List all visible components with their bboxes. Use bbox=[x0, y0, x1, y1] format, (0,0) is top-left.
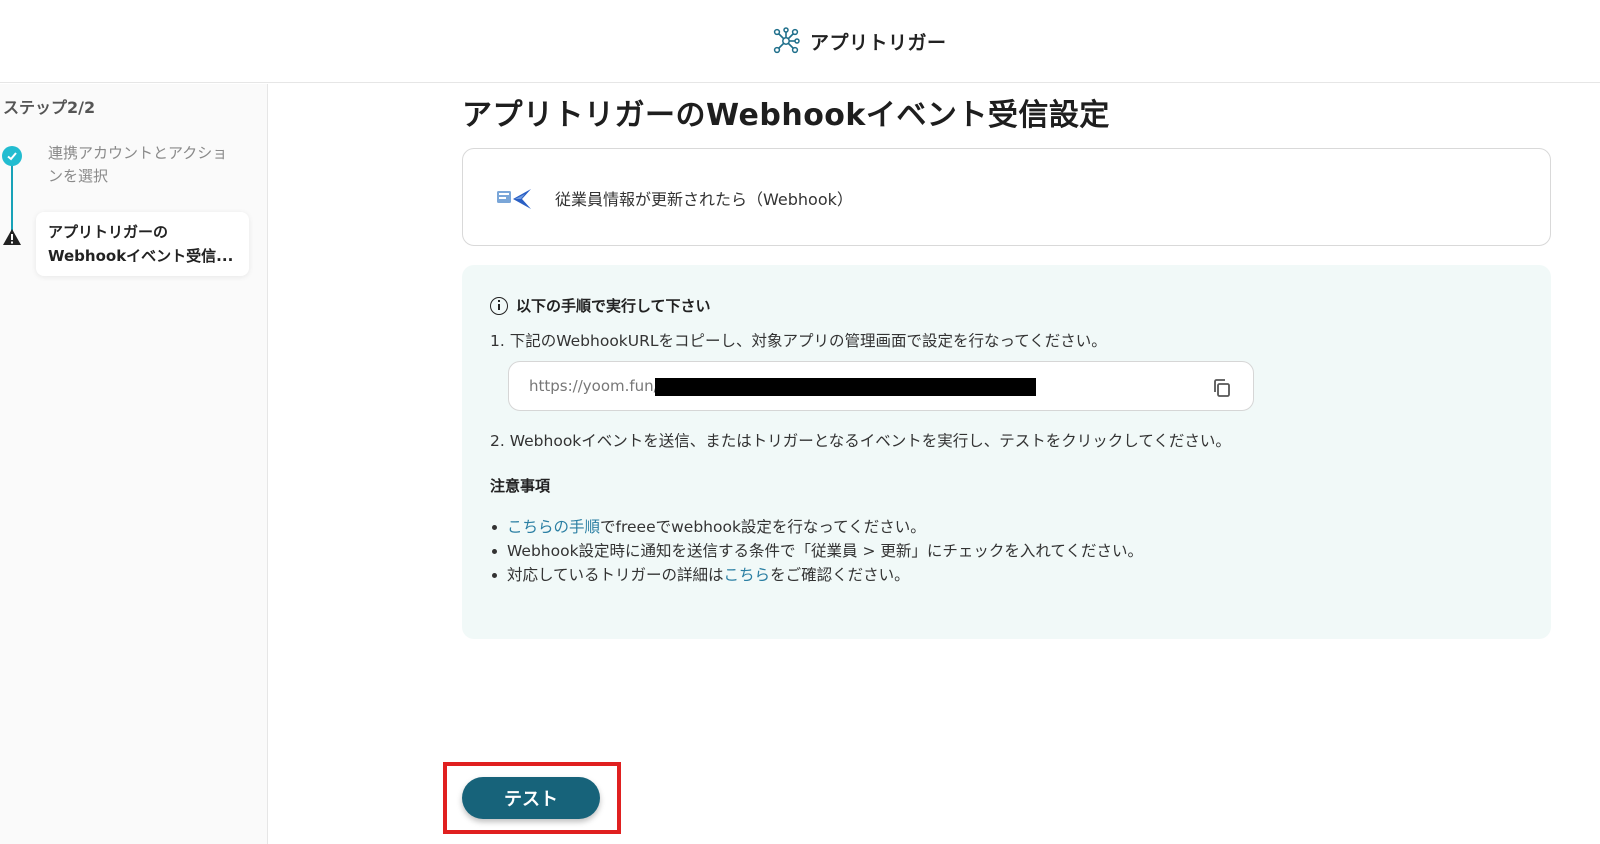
check-circle-icon bbox=[2, 146, 22, 166]
trigger-card: 従業員情報が更新されたら（Webhook） bbox=[462, 148, 1551, 246]
top-bar: アプリトリガー bbox=[0, 0, 1600, 83]
step-heading: ステップ2/2 bbox=[3, 98, 96, 117]
sidebar-step-label: アプリトリガーの Webhookイベント受信... bbox=[48, 220, 237, 268]
note-text: Webhook設定時に通知を送信する条件で「従業員 > 更新」にチェックを入れて… bbox=[507, 542, 1143, 560]
network-nodes-icon bbox=[773, 27, 800, 54]
freee-app-icon bbox=[497, 189, 531, 209]
app-title: アプリトリガー bbox=[810, 31, 947, 54]
instructions-panel: 以下の手順で実行して下さい 1. 下記のWebhookURLをコピーし、対象アプ… bbox=[462, 265, 1551, 639]
info-icon bbox=[490, 296, 508, 315]
warning-triangle-icon bbox=[3, 229, 21, 245]
instruction-step-1: 1. 下記のWebhookURLをコピーし、対象アプリの管理画面で設定を行なって… bbox=[490, 332, 1107, 350]
webhook-url-field[interactable]: https://yoom.fun/ bbox=[508, 361, 1254, 411]
list-item: Webhook設定時に通知を送信する条件で「従業員 > 更新」にチェックを入れて… bbox=[490, 539, 1143, 563]
note-text: でfreeeでwebhook設定を行なってください。 bbox=[600, 518, 926, 536]
notes-title: 注意事項 bbox=[490, 477, 551, 495]
note-text: 対応しているトリガーの詳細は bbox=[507, 566, 724, 584]
test-button[interactable]: テスト bbox=[462, 777, 600, 819]
instructions-title: 以下の手順で実行して下さい bbox=[516, 297, 711, 315]
instructions-header: 以下の手順で実行して下さい bbox=[490, 295, 711, 316]
step-sidebar: ステップ2/2 連携アカウントとアクションを選択 アプリトリガーの Webhoo… bbox=[0, 84, 268, 844]
sidebar-step-label-line2: Webhookイベント受信... bbox=[48, 247, 234, 265]
webhook-url-redacted bbox=[655, 378, 1036, 396]
list-item: こちらの手順でfreeeでwebhook設定を行なってください。 bbox=[490, 515, 1143, 539]
sidebar-step-label-line1: アプリトリガーの bbox=[48, 223, 169, 241]
list-item: 対応しているトリガーの詳細はこちらをご確認ください。 bbox=[490, 563, 1143, 587]
trigger-details-link[interactable]: こちら bbox=[724, 566, 771, 584]
app-brand: アプリトリガー bbox=[772, 27, 947, 55]
trigger-label: 従業員情報が更新されたら（Webhook） bbox=[555, 190, 853, 209]
sidebar-step-select-account[interactable]: 連携アカウントとアクションを選択 bbox=[48, 142, 238, 188]
webhook-url-text[interactable]: https://yoom.fun/ bbox=[529, 377, 659, 395]
copy-icon[interactable] bbox=[1211, 377, 1233, 399]
instruction-step-2: 2. Webhookイベントを送信、またはトリガーとなるイベントを実行し、テスト… bbox=[490, 432, 1231, 450]
note-text: をご確認ください。 bbox=[770, 566, 910, 584]
step-connector-line bbox=[11, 162, 13, 234]
procedure-link[interactable]: こちらの手順 bbox=[507, 518, 600, 536]
notes-list: こちらの手順でfreeeでwebhook設定を行なってください。 Webhook… bbox=[490, 515, 1143, 587]
page-title: アプリトリガーのWebhookイベント受信設定 bbox=[462, 98, 1110, 133]
sidebar-step-webhook-settings[interactable]: アプリトリガーの Webhookイベント受信... bbox=[36, 212, 249, 276]
